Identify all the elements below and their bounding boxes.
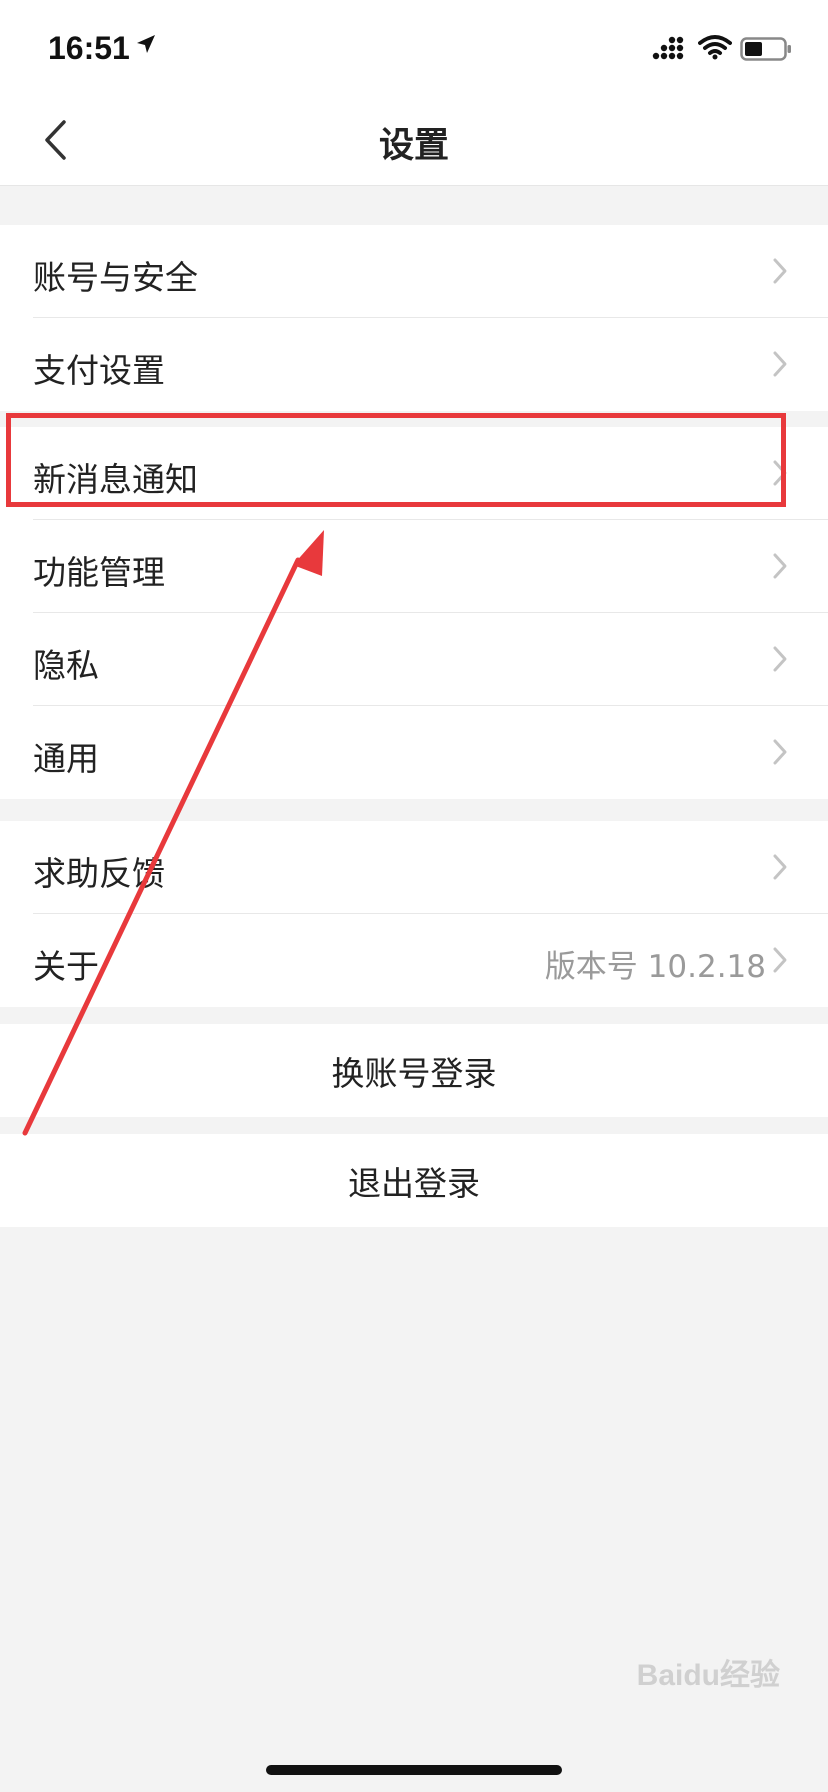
status-bar: 16:51 [0,0,828,95]
row-label: 关于 [33,947,99,986]
settings-row-general[interactable]: 通用 [0,706,828,799]
location-arrow-icon [137,35,155,53]
baidu-watermark: Baidu经验 [636,1659,780,1692]
logout-button[interactable]: 退出登录 [0,1134,828,1227]
row-label: 功能管理 [33,553,165,592]
row-label: 账号与安全 [33,258,198,297]
chevron-right-icon [773,854,787,880]
settings-group-support: 求助反馈 关于 版本号 10.2.18 [0,821,828,1007]
home-indicator [266,1765,562,1775]
settings-group-account: 账号与安全 支付设置 [0,225,828,411]
settings-row-payment[interactable]: 支付设置 [0,318,828,411]
row-label: 支付设置 [33,351,165,390]
settings-row-features[interactable]: 功能管理 [0,520,828,613]
page-title: 设置 [378,126,449,166]
chevron-right-icon [773,553,787,579]
cellular-signal-icon [652,36,684,60]
switch-account-button[interactable]: 换账号登录 [0,1024,828,1117]
nav-bar: 设置 [0,95,828,186]
status-time: 16:51 [48,30,130,66]
version-value: 版本号 10.2.18 [544,949,766,985]
settings-row-about[interactable]: 关于 版本号 10.2.18 [0,914,828,1007]
row-label: 通用 [33,739,99,778]
chevron-right-icon [773,947,787,973]
row-label: 隐私 [33,646,99,685]
settings-row-privacy[interactable]: 隐私 [0,613,828,706]
battery-icon [740,37,791,61]
chevron-right-icon [773,646,787,672]
chevron-right-icon [773,258,787,284]
settings-row-account-security[interactable]: 账号与安全 [0,225,828,318]
chevron-right-icon [773,739,787,765]
annotation-highlight-box [6,413,786,507]
settings-row-feedback[interactable]: 求助反馈 [0,821,828,914]
chevron-right-icon [773,351,787,377]
wifi-icon [698,35,732,60]
row-label: 求助反馈 [33,854,165,893]
